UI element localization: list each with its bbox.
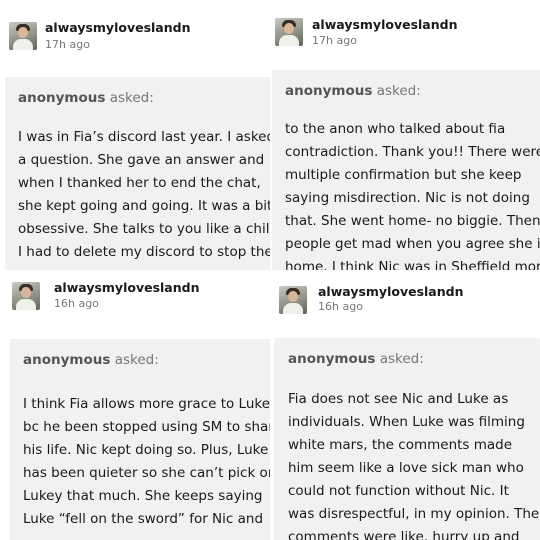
asked-label: asked: [376,83,421,99]
ask-text-line: multiple confirmation but she keep [285,167,522,183]
ask-text-line: his life. Nic kept doing so. Plus, Luke [23,442,269,458]
ask-box: anonymous asked: I was in Fia’s discord … [5,77,270,270]
ask-text-line: that. She went home- no biggie. Then [285,213,540,229]
ask-text-line: has been quieter so she can’t pick on [23,465,270,481]
asker-name[interactable]: anonymous [285,83,372,99]
ask-text-line: people get mad when you agree she is [285,236,540,252]
ask-text-line: Lukey that much. She keeps saying [23,488,263,504]
ask-text-line: Luke “fell on the sword” for Nic and [23,511,264,527]
avatar[interactable] [12,282,40,310]
asked-label: asked: [379,351,424,367]
post-username[interactable]: alwaysmyloveslandn [318,284,463,299]
post-card: alwaysmyloveslandn 17h ago anonymous ask… [272,0,540,270]
ask-text-line: a question. She gave an answer and [18,152,265,168]
avatar[interactable] [275,18,303,46]
ask-header: anonymous asked: [18,90,154,106]
post-username[interactable]: alwaysmyloveslandn [54,280,199,295]
ask-text-line: comments were like, hurry up and [288,529,520,540]
ask-text-line: home. I think Nic was in Sheffield more [285,259,540,270]
ask-text-line: she kept going and going. It was a bit [18,198,270,214]
post-username[interactable]: alwaysmyloveslandn [312,17,457,32]
post-card: alwaysmyloveslandn 16h ago anonymous ask… [274,272,540,540]
ask-text-line: I think Fia allows more grace to Luke [23,396,270,412]
post-timestamp: 17h ago [312,34,357,47]
ask-text-line: obsessive. She talks to you like a child… [18,221,270,237]
ask-box: anonymous asked: Fia does not see Nic an… [274,338,540,540]
ask-text-line: saying misdirection. Nic is not doing [285,190,530,206]
ask-text-line: white mars, the comments made [288,437,513,453]
ask-text-line: individuals. When Luke was filming [288,414,525,430]
post-username[interactable]: alwaysmyloveslandn [45,20,190,35]
ask-box: anonymous asked: I think Fia allows more… [10,339,270,540]
post-card: alwaysmyloveslandn 16h ago anonymous ask… [0,272,270,540]
asker-name[interactable]: anonymous [23,352,110,368]
ask-header: anonymous asked: [285,83,421,99]
ask-header: anonymous asked: [288,351,424,367]
ask-header: anonymous asked: [23,352,159,368]
post-timestamp: 17h ago [45,38,90,51]
post-timestamp: 16h ago [318,300,363,313]
ask-text-line: Fia does not see Nic and Luke as [288,391,509,407]
ask-text-line: I had to delete my discord to stop the [18,244,270,260]
ask-box: anonymous asked: to the anon who talked … [272,70,540,270]
ask-text-line: to the anon who talked about fia [285,121,506,137]
asked-label: asked: [114,352,159,368]
post-timestamp: 16h ago [54,297,99,310]
ask-text-line: him seem like a love sick man who [288,460,524,476]
ask-text-line: was disrespectful, in my opinion. The [288,506,540,522]
avatar[interactable] [279,286,307,314]
post-card: alwaysmyloveslandn 17h ago anonymous ask… [0,0,270,270]
avatar[interactable] [9,22,37,50]
asked-label: asked: [109,90,154,106]
asker-name[interactable]: anonymous [18,90,105,106]
ask-text-line: could not function without Nic. It [288,483,509,499]
ask-text-line: contradiction. Thank you!! There were [285,144,540,160]
ask-text-line: bc he been stopped using SM to share [23,419,270,435]
asker-name[interactable]: anonymous [288,351,375,367]
ask-text-line: when I thanked her to end the chat, [18,175,261,191]
ask-text-line: I was in Fia’s discord last year. I aske… [18,129,270,145]
